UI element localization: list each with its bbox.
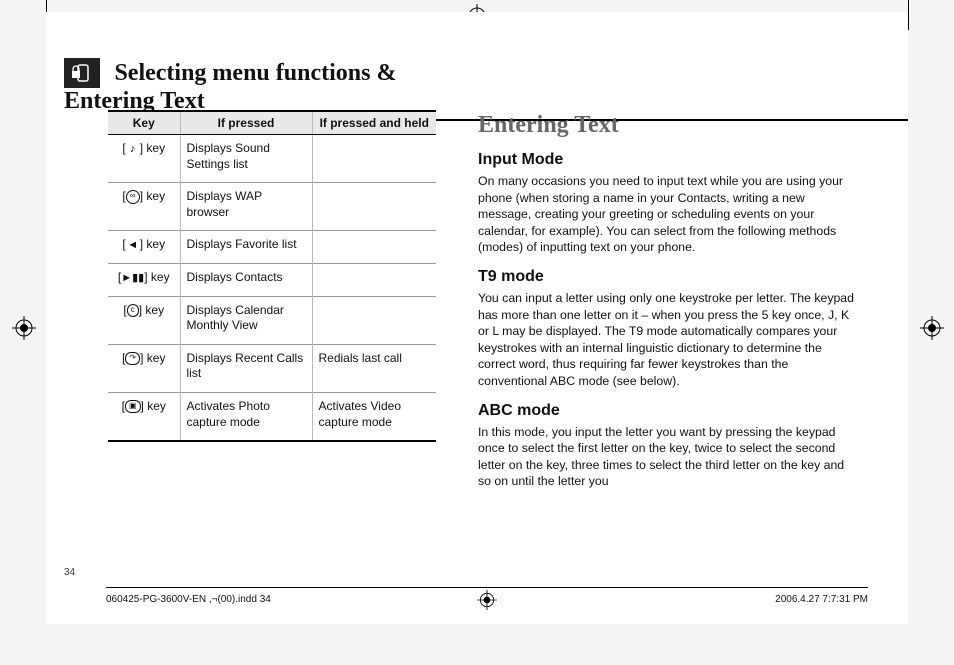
table-row: [►▮▮] keyDisplays Contacts — [108, 263, 436, 296]
key-cell: [∞] key — [108, 183, 180, 231]
footer-timestamp: 2006.4.27 7:7:31 PM — [775, 594, 868, 605]
registration-mark-icon — [477, 590, 497, 613]
key-cell: [c] key — [108, 296, 180, 344]
table-row: [▣] keyActivates Photo capture modeActiv… — [108, 392, 436, 441]
held-cell — [312, 296, 436, 344]
section-heading-entering-text: Entering Text — [478, 112, 856, 139]
key-cell: [◄] key — [108, 231, 180, 264]
calendar-key-icon: c — [127, 304, 139, 317]
wap-key-icon: ∞ — [126, 190, 140, 204]
pressed-cell: Displays Calendar Monthly View — [180, 296, 312, 344]
key-cell: [↷] key — [108, 344, 180, 392]
registration-mark-icon — [12, 316, 36, 340]
key-cell: [♪] key — [108, 135, 180, 183]
key-label: key — [147, 399, 166, 413]
table-row: [∞] keyDisplays WAP browser — [108, 183, 436, 231]
key-cell: [▣] key — [108, 392, 180, 441]
held-cell — [312, 135, 436, 183]
imposition-footer: 060425-PG-3600V-EN ,¬(00).indd 34 2006.4… — [106, 587, 868, 624]
keys-table-column: Key If pressed If pressed and held [♪] k… — [108, 110, 436, 442]
key-label: key — [147, 351, 166, 365]
keys-table: Key If pressed If pressed and held [♪] k… — [108, 110, 436, 442]
pressed-cell: Displays Recent Calls list — [180, 344, 312, 392]
table-row: [c] keyDisplays Calendar Monthly View — [108, 296, 436, 344]
page-number: 34 — [64, 567, 75, 578]
camera-key-icon: ▣ — [125, 400, 141, 413]
key-label: key — [146, 237, 165, 251]
text-column: Entering Text Input Mode On many occasion… — [478, 112, 856, 498]
col-header-pressed: If pressed — [180, 111, 312, 135]
held-cell: Redials last call — [312, 344, 436, 392]
recent-key-icon: ↷ — [125, 352, 140, 365]
subsection-body: You can input a letter using only one ke… — [478, 290, 856, 390]
pressed-cell: Displays Favorite list — [180, 231, 312, 264]
key-label: key — [146, 189, 165, 203]
subsection-body: On many occasions you need to input text… — [478, 173, 856, 256]
subsection-heading: T9 mode — [478, 268, 856, 286]
phone-lock-icon — [64, 58, 100, 88]
chapter-header: Selecting menu functions & Entering Text — [64, 58, 492, 115]
key-label: key — [145, 303, 164, 317]
bracket-right: ] — [144, 270, 151, 284]
key-cell: [►▮▮] key — [108, 263, 180, 296]
subsection-heading: Input Mode — [478, 151, 856, 169]
held-cell — [312, 183, 436, 231]
footer-filename: 060425-PG-3600V-EN ,¬(00).indd 34 — [106, 594, 271, 605]
col-header-held: If pressed and held — [312, 111, 436, 135]
key-label: key — [151, 270, 170, 284]
bracket-right: ] — [140, 351, 147, 365]
held-cell — [312, 231, 436, 264]
held-cell — [312, 263, 436, 296]
held-cell: Activates Video capture mode — [312, 392, 436, 441]
page: Selecting menu functions & Entering Text… — [46, 12, 908, 624]
table-row: [◄] keyDisplays Favorite list — [108, 231, 436, 264]
subsection-body: In this mode, you input the letter you w… — [478, 424, 856, 490]
pressed-cell: Displays WAP browser — [180, 183, 312, 231]
col-header-key: Key — [108, 111, 180, 135]
contacts-key-icon: ►▮▮ — [121, 271, 144, 285]
table-row: [♪] keyDisplays Sound Settings list — [108, 135, 436, 183]
pressed-cell: Displays Contacts — [180, 263, 312, 296]
registration-mark-icon — [920, 316, 944, 340]
chapter-title: Selecting menu functions & Entering Text — [64, 60, 396, 115]
subsection-heading: ABC mode — [478, 402, 856, 420]
table-row: [↷] keyDisplays Recent Calls listRedials… — [108, 344, 436, 392]
key-label: key — [146, 141, 165, 155]
pressed-cell: Activates Photo capture mode — [180, 392, 312, 441]
pressed-cell: Displays Sound Settings list — [180, 135, 312, 183]
sound-key-icon: ♪ — [126, 142, 140, 156]
favorite-key-icon: ◄ — [126, 238, 140, 252]
